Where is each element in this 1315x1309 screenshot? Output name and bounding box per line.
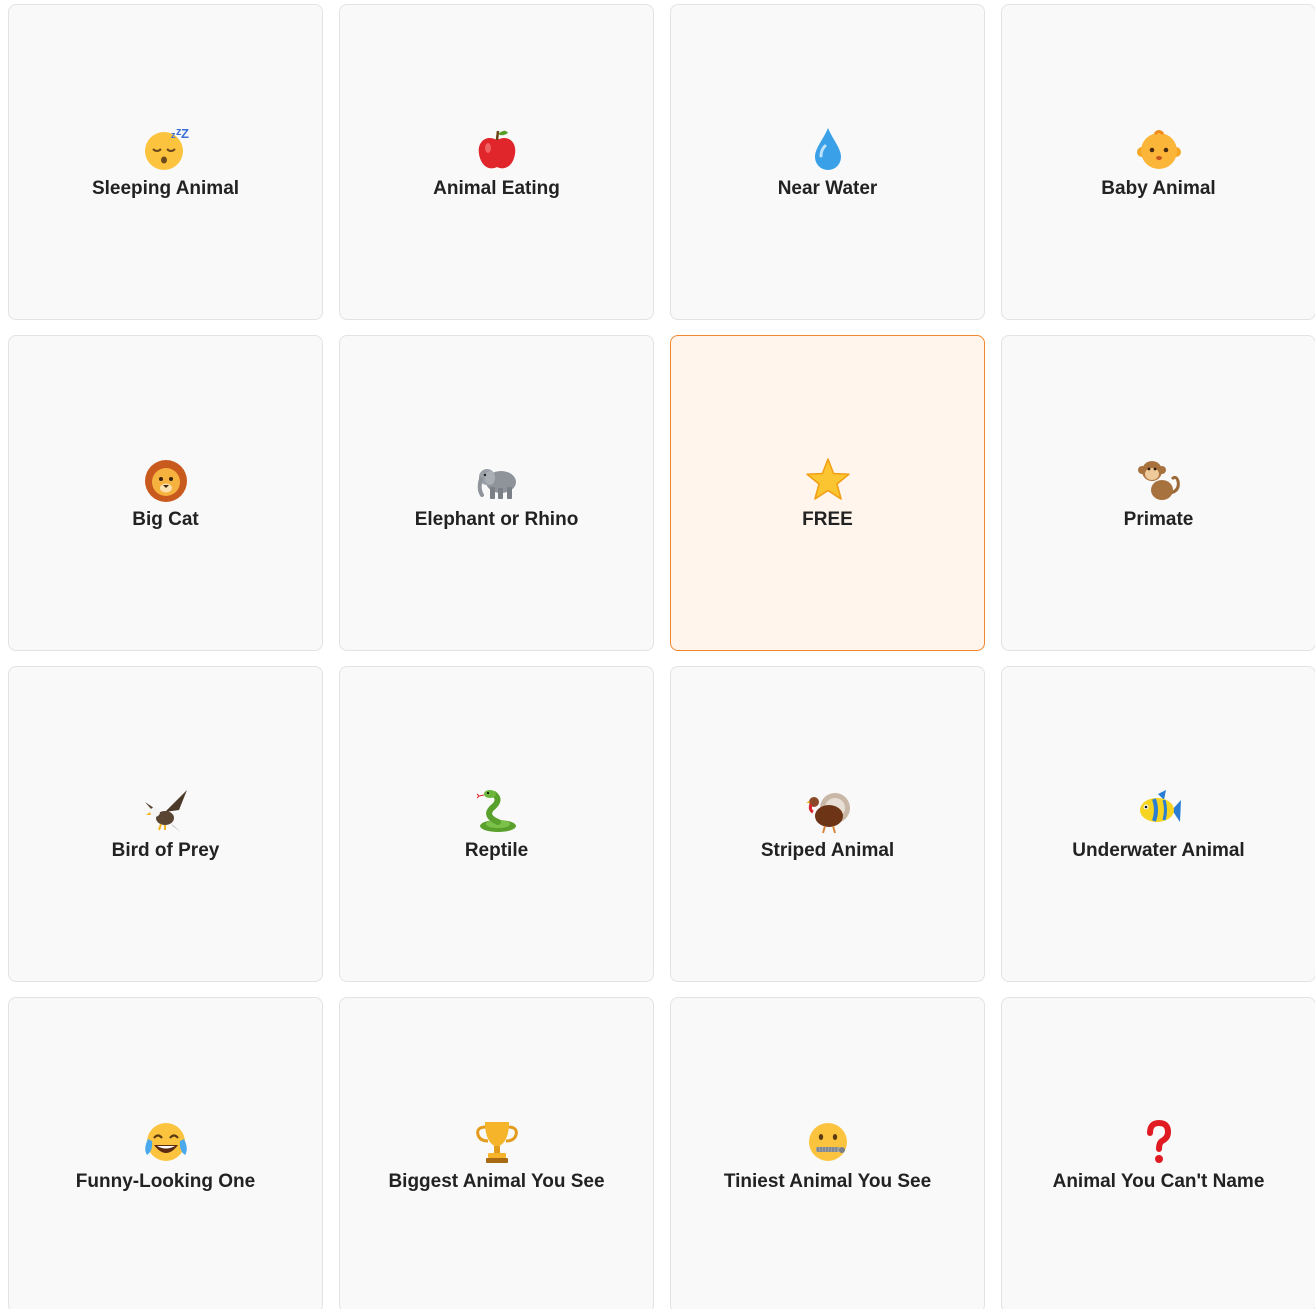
- monkey-icon: [1136, 455, 1182, 505]
- bingo-square-label: Baby Animal: [1101, 178, 1216, 199]
- bingo-square-biggest-animal[interactable]: Biggest Animal You See: [339, 997, 654, 1309]
- bingo-square-label: Big Cat: [132, 509, 199, 530]
- eagle-icon: [143, 786, 189, 836]
- bingo-square-label: Reptile: [464, 840, 529, 861]
- turkey-icon: [805, 786, 851, 836]
- bingo-square-label: Tiniest Animal You See: [723, 1171, 932, 1192]
- bingo-square-label: Animal Eating: [433, 178, 560, 199]
- bingo-square-free[interactable]: FREE: [670, 335, 985, 651]
- svg-text:Z: Z: [181, 126, 189, 141]
- bingo-square-label: Underwater Animal: [1072, 840, 1245, 861]
- bingo-square-label: Bird of Prey: [111, 840, 220, 861]
- bingo-square-sleeping-animal[interactable]: z z Z Sleeping Animal: [8, 4, 323, 320]
- tropical-fish-icon: [1136, 786, 1182, 836]
- bingo-square-funny-looking-one[interactable]: Funny-Looking One: [8, 997, 323, 1309]
- bingo-board: z z Z Sleeping Animal Animal Eating Near…: [0, 0, 1315, 1309]
- star-icon: [805, 455, 851, 505]
- bingo-square-animal-you-cant-name[interactable]: Animal You Can't Name: [1001, 997, 1315, 1309]
- tears-of-joy-face-icon: [143, 1117, 189, 1167]
- bingo-square-bird-of-prey[interactable]: Bird of Prey: [8, 666, 323, 982]
- baby-face-icon: [1136, 124, 1182, 174]
- bingo-square-primate[interactable]: Primate: [1001, 335, 1315, 651]
- red-apple-icon: [474, 124, 520, 174]
- bingo-square-label: Elephant or Rhino: [414, 509, 579, 530]
- bingo-square-label: Striped Animal: [760, 840, 895, 861]
- bingo-square-near-water[interactable]: Near Water: [670, 4, 985, 320]
- bingo-square-underwater-animal[interactable]: Underwater Animal: [1001, 666, 1315, 982]
- sleeping-face-icon: z z Z: [143, 124, 189, 174]
- bingo-square-label: Sleeping Animal: [91, 178, 240, 199]
- zipper-mouth-face-icon: [805, 1117, 851, 1167]
- bingo-square-animal-eating[interactable]: Animal Eating: [339, 4, 654, 320]
- bingo-square-big-cat[interactable]: Big Cat: [8, 335, 323, 651]
- lion-face-icon: [143, 455, 189, 505]
- bingo-square-reptile[interactable]: Reptile: [339, 666, 654, 982]
- snake-icon: [474, 786, 520, 836]
- bingo-square-label: FREE: [802, 509, 853, 530]
- bingo-square-label: Near Water: [777, 178, 878, 199]
- bingo-square-label: Funny-Looking One: [75, 1171, 256, 1192]
- question-mark-icon: [1136, 1117, 1182, 1167]
- elephant-icon: [474, 455, 520, 505]
- bingo-square-tiniest-animal[interactable]: Tiniest Animal You See: [670, 997, 985, 1309]
- bingo-square-baby-animal[interactable]: Baby Animal: [1001, 4, 1315, 320]
- bingo-square-striped-animal[interactable]: Striped Animal: [670, 666, 985, 982]
- water-droplet-icon: [805, 124, 851, 174]
- bingo-square-label: Animal You Can't Name: [1052, 1171, 1265, 1192]
- trophy-icon: [474, 1117, 520, 1167]
- bingo-square-label: Biggest Animal You See: [388, 1171, 605, 1192]
- bingo-square-label: Primate: [1123, 509, 1194, 530]
- bingo-square-elephant-or-rhino[interactable]: Elephant or Rhino: [339, 335, 654, 651]
